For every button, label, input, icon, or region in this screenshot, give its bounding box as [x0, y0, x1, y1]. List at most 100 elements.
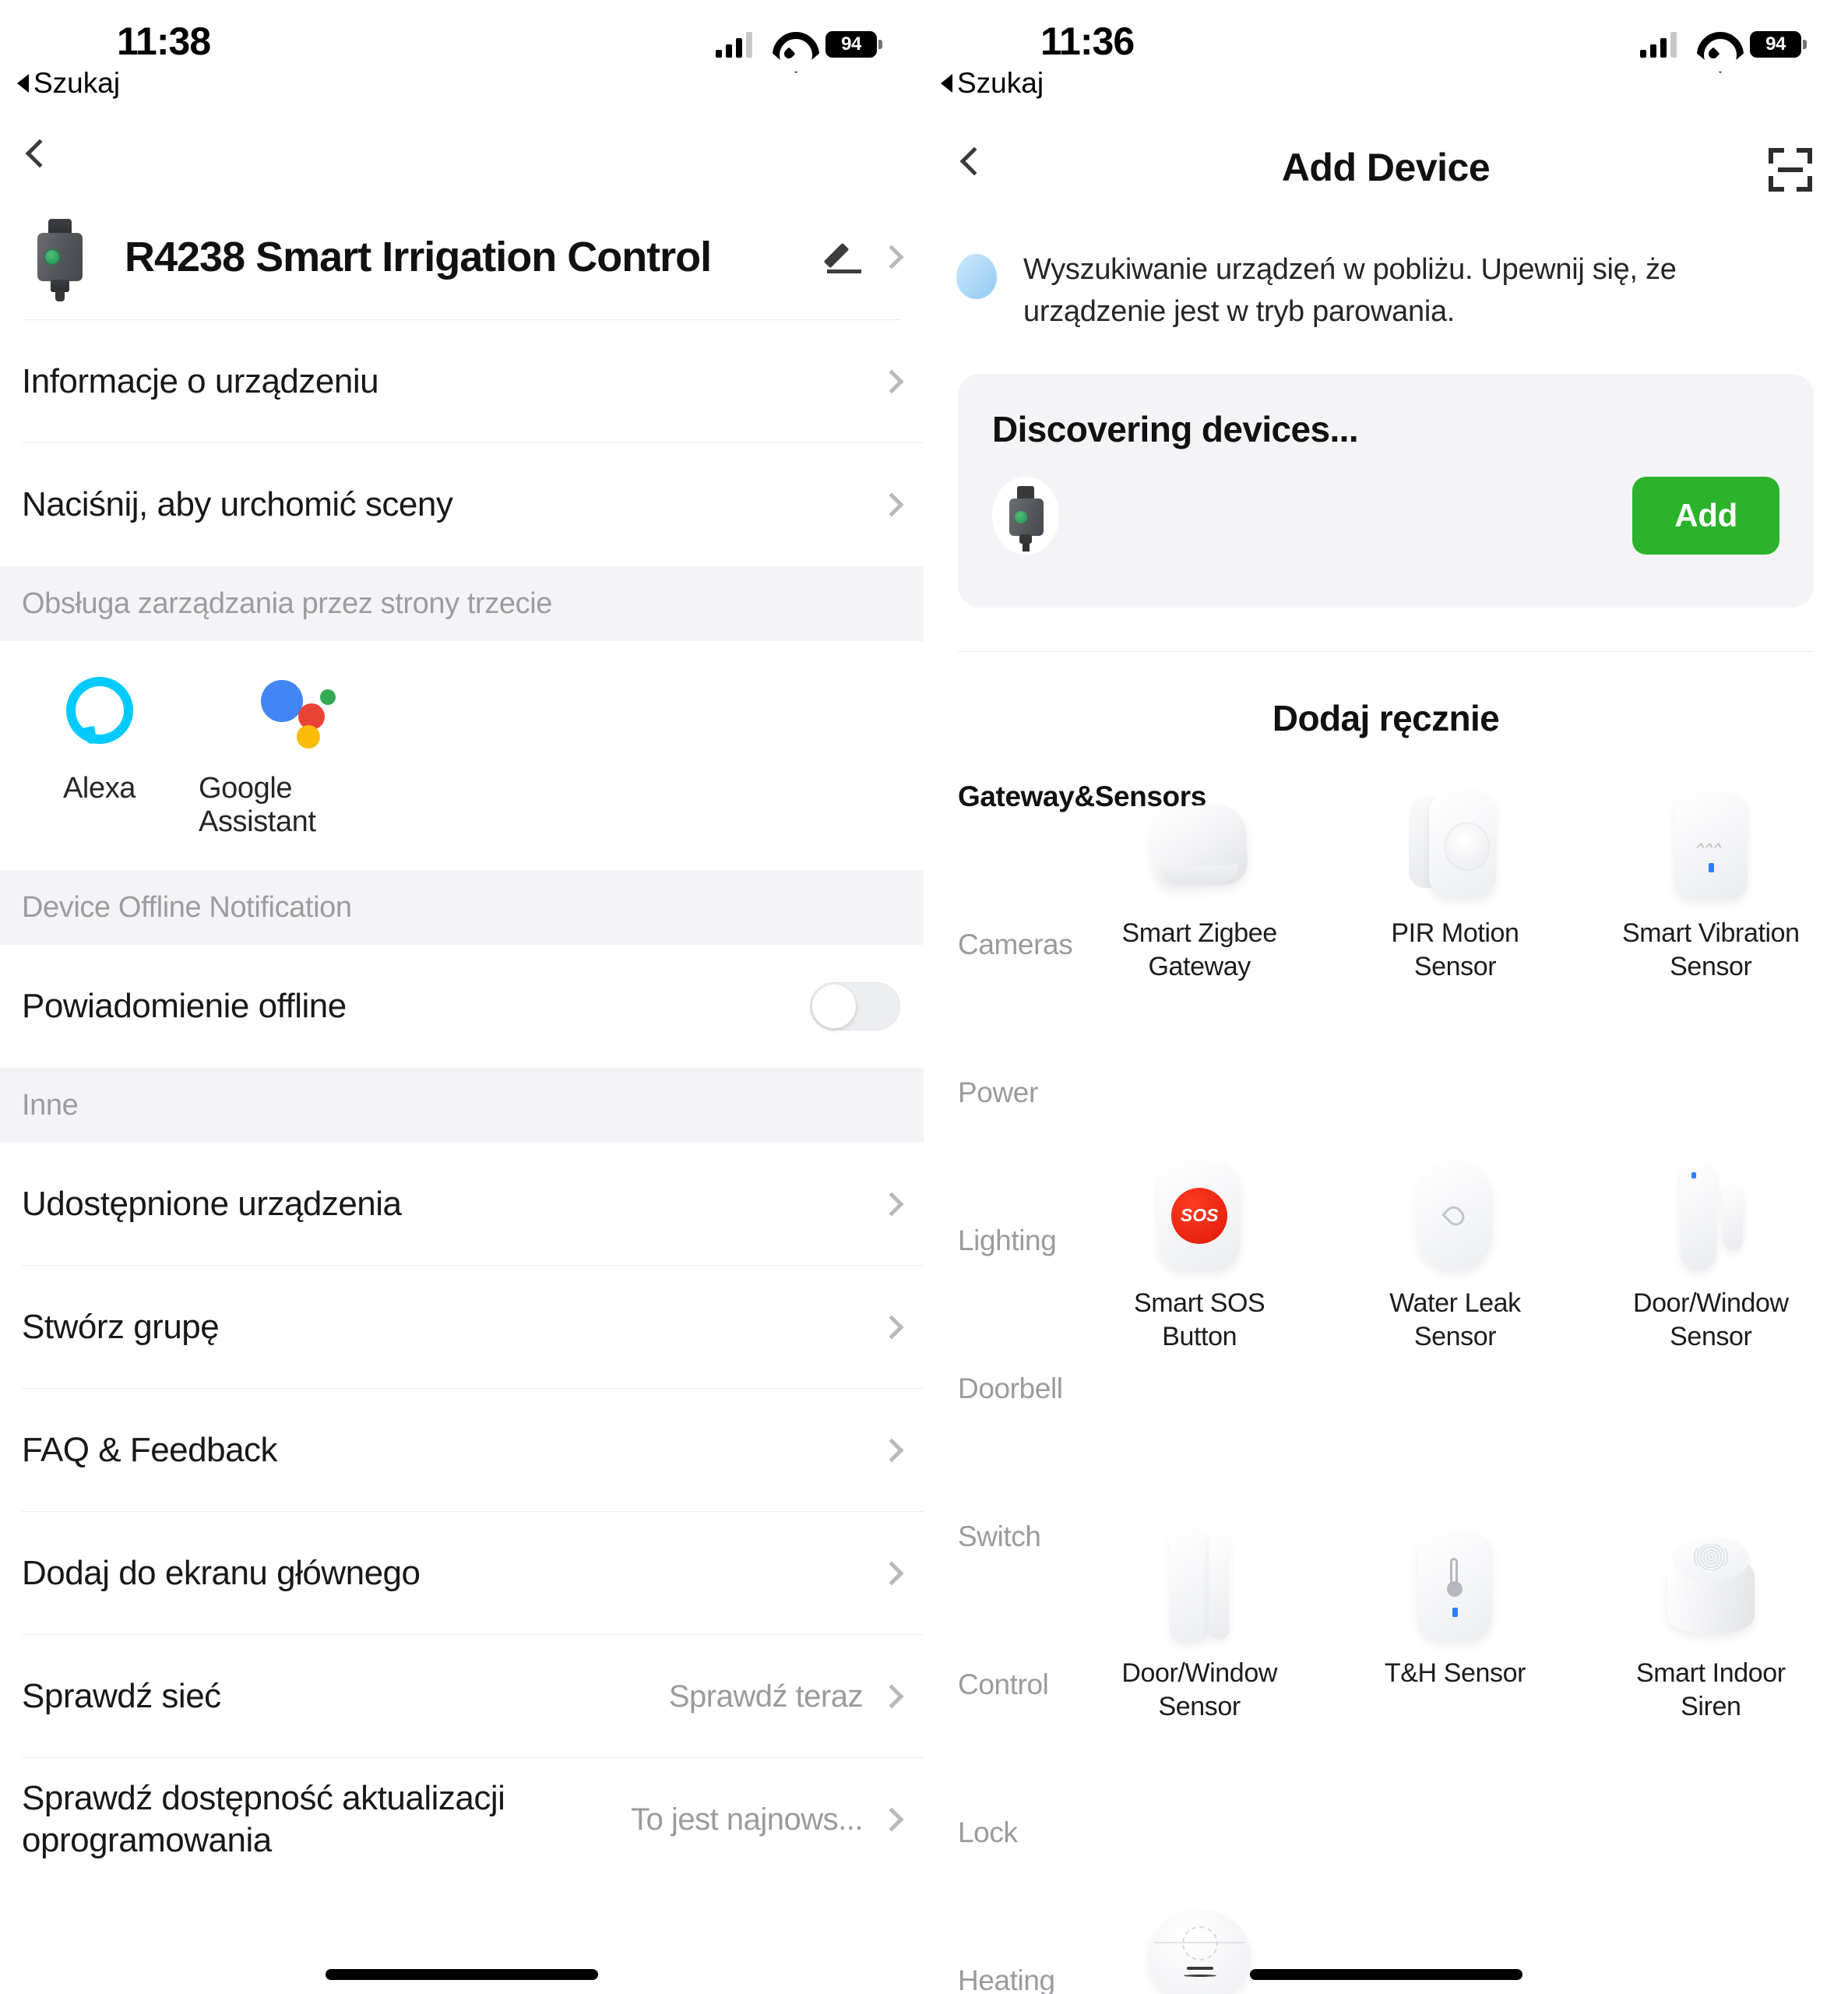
row-label: Stwórz grupę: [22, 1308, 220, 1346]
device-tile-door-window-sensor-2[interactable]: Door/Window Sensor: [1072, 1515, 1327, 1885]
home-indicator: [1249, 1969, 1522, 1980]
discovering-card: Discovering devices... Add: [958, 373, 1814, 608]
nav-bar: Add Device: [924, 117, 1848, 218]
device-header[interactable]: R4238 Smart Irrigation Control: [0, 195, 924, 319]
row-label: Powiadomienie offline: [22, 987, 347, 1025]
device-tile-label: PIR Motion Sensor: [1391, 918, 1519, 982]
chevron-right-icon: [879, 245, 904, 270]
category-power[interactable]: Power: [958, 1071, 1072, 1219]
status-time: 11:36: [1040, 19, 1135, 63]
row-label: Naciśnij, aby urchomić sceny: [22, 485, 453, 523]
search-hint: Wyszukiwanie urządzeń w pobliżu. Upewnij…: [924, 218, 1848, 333]
add-button[interactable]: Add: [1632, 476, 1779, 555]
back-button[interactable]: [955, 143, 1001, 190]
smoke-alarm-sensor-icon: [1148, 1897, 1251, 1994]
device-browser: Gateway&Sensors Cameras Power Lighting D…: [924, 775, 1848, 1994]
chevron-right-icon: [879, 1684, 904, 1709]
device-tile-label: Smart Vibration Sensor: [1621, 918, 1800, 982]
status-bar-right: 11:36 Szukaj 94: [924, 0, 1848, 117]
third-party-assistants: Alexa Google Assistant: [0, 641, 924, 870]
back-button[interactable]: [20, 136, 67, 182]
search-hint-text: Wyszukiwanie urządzeń w pobliżu. Upewnij…: [1023, 253, 1677, 328]
row-label: Dodaj do ekranu głównego: [22, 1554, 421, 1592]
status-indicators: 94: [716, 31, 882, 58]
row-label: Sprawdź sieć: [22, 1677, 221, 1715]
device-tile-smart-indoor-siren[interactable]: Smart Indoor Siren: [1583, 1515, 1839, 1885]
row-label: FAQ & Feedback: [22, 1431, 278, 1469]
add-device-screen: 11:36 Szukaj 94 Add Device Wyszukiwanie …: [924, 0, 1848, 1994]
home-indicator: [326, 1969, 598, 1980]
status-back-to-app[interactable]: Szukaj: [17, 67, 120, 100]
row-firmware-update[interactable]: Sprawdź dostępność aktualizacji oprogram…: [0, 1758, 924, 1881]
category-heating[interactable]: Heating: [958, 1959, 1072, 1994]
chevron-right-icon: [879, 1192, 904, 1217]
battery-badge: 94: [825, 31, 882, 58]
device-tile-smart-zigbee-gateway[interactable]: Smart Zigbee Gateway: [1072, 775, 1327, 1145]
device-tile-door-window-sensor-1[interactable]: Door/Window Sensor: [1583, 1145, 1839, 1515]
indoor-siren-icon: [1667, 1527, 1755, 1644]
divider: [958, 650, 1814, 652]
status-bar-left: 11:38 Szukaj 94: [0, 0, 924, 117]
row-offline-notification[interactable]: Powiadomienie offline: [0, 945, 924, 1068]
section-header-third-party: Obsługa zarządzania przez strony trzecie: [0, 566, 924, 641]
device-tile-water-leak-sensor[interactable]: Water Leak Sensor: [1327, 1145, 1582, 1515]
chevron-left-icon: [959, 146, 989, 176]
back-triangle-icon: [17, 74, 29, 93]
row-tap-to-run-scenes[interactable]: Naciśnij, aby urchomić sceny: [0, 443, 924, 566]
device-tile-label: Door/Window Sensor: [1632, 1288, 1789, 1352]
back-triangle-icon: [941, 74, 952, 93]
temperature-humidity-sensor-icon: [1417, 1527, 1493, 1644]
device-tile-pir-motion-sensor[interactable]: PIR Motion Sensor: [1327, 775, 1582, 1145]
category-doorbell[interactable]: Doorbell: [958, 1367, 1072, 1515]
chevron-right-icon: [879, 1438, 904, 1463]
status-back-label: Szukaj: [957, 67, 1044, 99]
category-control[interactable]: Control: [958, 1663, 1072, 1811]
row-label: Sprawdź dostępność aktualizacji oprogram…: [22, 1779, 505, 1859]
device-tile-label: Smart Zigbee Gateway: [1121, 918, 1278, 982]
cellular-signal-icon: [1640, 31, 1677, 58]
device-thumbnail-icon: [26, 214, 93, 301]
row-faq-feedback[interactable]: FAQ & Feedback: [0, 1389, 924, 1512]
row-device-information[interactable]: Informacje o urządzeniu: [0, 320, 924, 443]
device-grid: Smart Zigbee Gateway PIR Motion Sensor ‸…: [1072, 775, 1848, 1994]
chevron-right-icon: [879, 1315, 904, 1340]
edit-pencil-icon[interactable]: [823, 239, 863, 275]
water-leak-sensor-icon: [1417, 1157, 1493, 1274]
row-shared-devices[interactable]: Udostępnione urządzenia: [0, 1143, 924, 1266]
device-tile-label: Door/Window Sensor: [1121, 1658, 1277, 1722]
offline-notification-toggle[interactable]: [810, 982, 900, 1030]
status-indicators: 94: [1640, 31, 1807, 58]
row-check-network[interactable]: Sprawdź sieć Sprawdź teraz: [0, 1635, 924, 1758]
status-back-to-app[interactable]: Szukaj: [941, 67, 1044, 100]
row-add-to-home-screen[interactable]: Dodaj do ekranu głównego: [0, 1512, 924, 1635]
assistant-alexa[interactable]: Alexa: [0, 677, 199, 839]
discovered-device-icon[interactable]: [992, 476, 1059, 555]
device-tile-label: Water Leak Sensor: [1389, 1288, 1521, 1352]
google-assistant-icon: [260, 677, 336, 749]
zigbee-gateway-icon: [1149, 787, 1249, 904]
category-switch[interactable]: Switch: [958, 1515, 1072, 1663]
chevron-right-icon: [879, 1807, 904, 1832]
chevron-right-icon: [879, 369, 904, 394]
category-list: Gateway&Sensors Cameras Power Lighting D…: [924, 775, 1206, 1994]
chevron-right-icon: [879, 492, 904, 517]
searching-indicator-icon: [956, 254, 997, 299]
device-title: R4238 Smart Irrigation Control: [125, 234, 712, 280]
device-tile-smart-vibration-sensor[interactable]: ‸‸‸ Smart Vibration Sensor: [1583, 775, 1839, 1145]
discovering-title: Discovering devices...: [992, 408, 1359, 449]
row-create-group[interactable]: Stwórz grupę: [0, 1266, 924, 1389]
assistant-google[interactable]: Google Assistant: [199, 677, 397, 839]
device-tile-smart-sos-button[interactable]: SOS Smart SOS Button: [1072, 1145, 1327, 1515]
category-lock[interactable]: Lock: [958, 1811, 1072, 1959]
category-lighting[interactable]: Lighting: [958, 1219, 1072, 1367]
vibration-sensor-icon: ‸‸‸: [1674, 787, 1748, 904]
door-window-sensor-icon: [1668, 1157, 1754, 1274]
section-header-offline-notification: Device Offline Notification: [0, 870, 924, 945]
status-time: 11:38: [117, 19, 211, 63]
device-tile-th-sensor[interactable]: T&H Sensor: [1327, 1515, 1582, 1885]
wifi-icon: [1697, 32, 1730, 57]
category-cameras[interactable]: Cameras: [958, 923, 1073, 1071]
manual-add-title: Dodaj ręcznie: [1272, 697, 1500, 738]
scan-qr-icon[interactable]: [1769, 148, 1812, 192]
category-gateway-sensors[interactable]: Gateway&Sensors: [958, 775, 1206, 923]
